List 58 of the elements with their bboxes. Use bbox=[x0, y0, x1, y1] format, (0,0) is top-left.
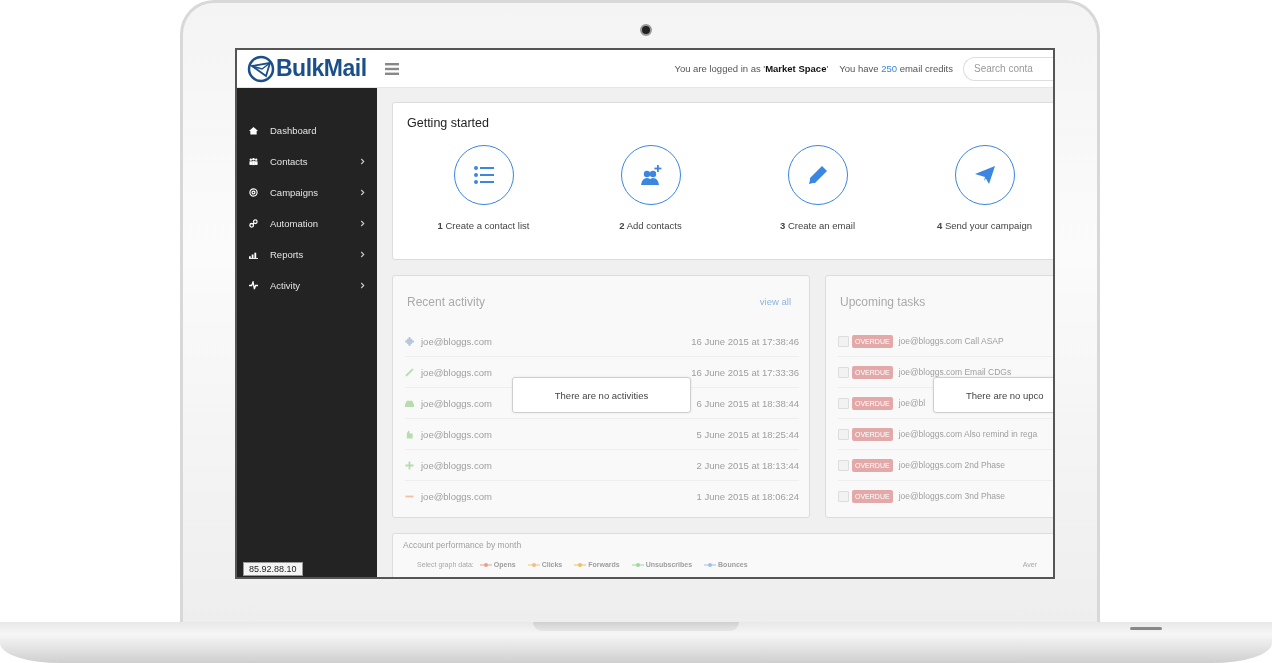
activity-time: 16 June 2015 at 17:33:36 bbox=[691, 366, 799, 378]
step-label[interactable]: 4 Send your campaign bbox=[936, 220, 1033, 231]
activity-email: joe@bloggs.com bbox=[421, 397, 492, 409]
sidebar-item[interactable]: Contacts bbox=[237, 146, 377, 177]
task-text: joe@bloggs.com Also remind in rega bbox=[898, 429, 1038, 439]
activity-time: 5 June 2015 at 18:25:44 bbox=[696, 428, 799, 440]
empty-message: There are no upco bbox=[933, 377, 1053, 413]
sidebar-item[interactable]: Automation bbox=[237, 208, 377, 239]
pencil-icon bbox=[405, 367, 414, 377]
activity-email: joe@bloggs.com bbox=[421, 428, 492, 440]
activity-email: joe@bloggs.com bbox=[421, 335, 492, 347]
globe-envelope-icon bbox=[247, 54, 275, 83]
activity-time: 2 June 2015 at 18:13:44 bbox=[696, 459, 799, 471]
login-status: You are logged in as 'Market Space' bbox=[674, 63, 829, 74]
task-checkbox[interactable] bbox=[838, 397, 849, 409]
task-checkbox[interactable] bbox=[838, 490, 849, 502]
sidebar-item[interactable]: Reports bbox=[237, 239, 377, 270]
search-field[interactable]: Search conta bbox=[963, 56, 1053, 81]
task-checkbox[interactable] bbox=[838, 335, 849, 347]
task-checkbox[interactable] bbox=[838, 459, 849, 471]
camera-icon bbox=[640, 24, 652, 36]
empty-message: There are no activities bbox=[512, 377, 691, 413]
bars-icon bbox=[249, 250, 258, 259]
task-text: joe@bl bbox=[898, 398, 926, 408]
thumb-icon bbox=[405, 429, 414, 439]
activity-email: joe@bloggs.com bbox=[421, 366, 492, 378]
step-label[interactable]: 3 Create an email bbox=[780, 220, 855, 231]
email-credits: You have 250 email credits bbox=[839, 63, 953, 74]
card-title: Account performance by month bbox=[403, 540, 523, 550]
activity-time: 1 June 2015 at 18:06:24 bbox=[696, 490, 799, 502]
inbox-icon bbox=[405, 398, 414, 408]
list-icon bbox=[471, 163, 496, 187]
task-checkbox[interactable] bbox=[838, 428, 849, 440]
step-label[interactable]: 2 Add contacts bbox=[619, 220, 682, 231]
logo-text: BulkMail bbox=[276, 55, 367, 82]
sidebar-item[interactable]: Activity bbox=[237, 270, 377, 301]
task-checkbox[interactable] bbox=[838, 366, 849, 378]
add-people-icon bbox=[638, 163, 663, 187]
activity-time: 16 June 2015 at 17:38:46 bbox=[691, 335, 799, 347]
activity-email: joe@bloggs.com bbox=[421, 459, 492, 471]
link-icon bbox=[249, 219, 258, 228]
task-text: joe@bloggs.com 2nd Phase bbox=[898, 460, 1006, 470]
activity-time: 6 June 2015 at 18:38:44 bbox=[696, 397, 799, 409]
plus-icon bbox=[405, 460, 414, 470]
card-title: Getting started bbox=[407, 116, 490, 130]
ip-address: 85.92.88.10 bbox=[243, 562, 303, 576]
card-title: Recent activity bbox=[407, 294, 487, 309]
task-text: joe@bloggs.com Email CDGs bbox=[898, 367, 1012, 377]
activity-email: joe@bloggs.com bbox=[421, 490, 492, 502]
home-icon bbox=[249, 126, 258, 135]
card-title: Upcoming tasks bbox=[840, 294, 927, 309]
menu-icon[interactable] bbox=[385, 62, 399, 75]
step-label[interactable]: 1 Create a contact list bbox=[437, 220, 530, 231]
sidebar-item[interactable]: Campaigns bbox=[237, 177, 377, 208]
pulse-icon bbox=[249, 281, 258, 290]
sidebar-item[interactable]: Dashboard bbox=[237, 115, 377, 146]
task-text: joe@bloggs.com Call ASAP bbox=[898, 336, 1004, 346]
task-text: joe@bloggs.com 3nd Phase bbox=[898, 491, 1006, 501]
